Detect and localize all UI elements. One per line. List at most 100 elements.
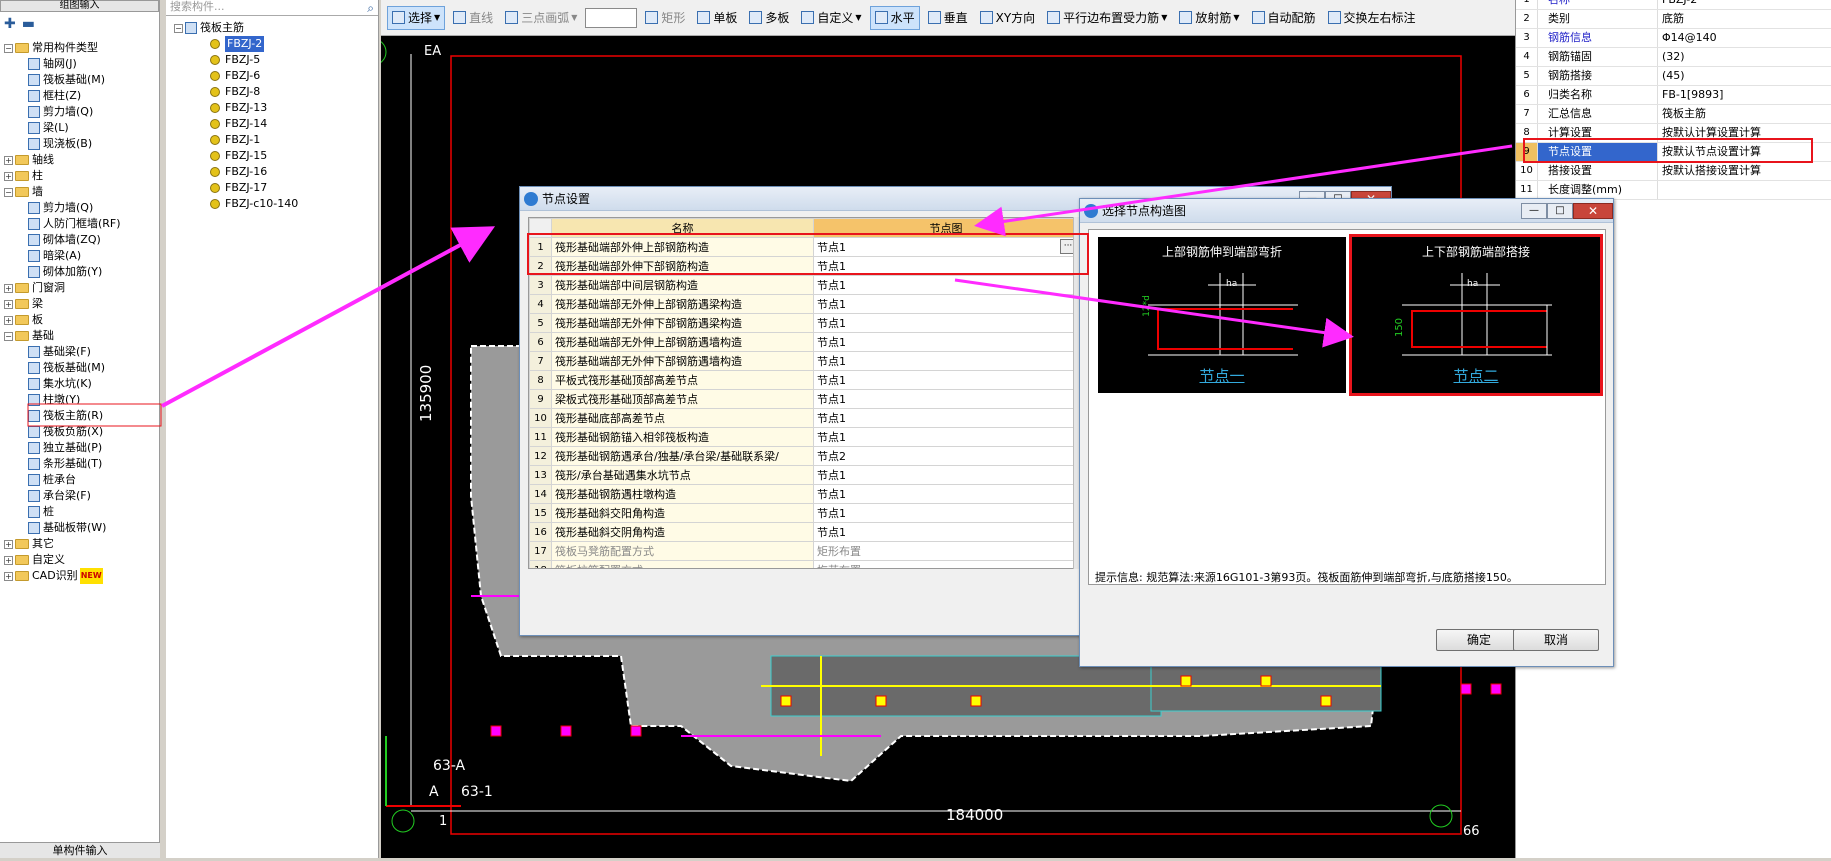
- property-value[interactable]: [1658, 181, 1831, 199]
- tree-node[interactable]: 基础梁(F): [4, 344, 158, 360]
- table-row[interactable]: 15 筏形基础斜交阳角构造 节点1: [529, 503, 1079, 523]
- table-row[interactable]: 14 筏形基础钢筋遇柱墩构造 节点1: [529, 484, 1079, 504]
- list-item[interactable]: FBZJ-17: [174, 180, 378, 196]
- toolbar-button[interactable]: 垂直: [924, 6, 972, 30]
- expand-icon[interactable]: +: [4, 299, 13, 309]
- expand-icon[interactable]: +: [4, 283, 13, 293]
- row-value[interactable]: 节点1: [813, 408, 1079, 428]
- toolbar-button[interactable]: 自动配筋: [1248, 6, 1320, 30]
- table-row[interactable]: 12 筏形基础钢筋遇承台/独基/承台梁/基础联系梁/节点2: [529, 446, 1079, 466]
- single-input-tab[interactable]: 单构件输入: [0, 842, 160, 858]
- property-value[interactable]: 按默认节点设置计算: [1658, 143, 1831, 161]
- property-row[interactable]: 10 搭接设置 按默认搭接设置计算: [1516, 162, 1831, 181]
- option-node-1[interactable]: 上部钢筋伸到端部弯折 12*d ha 节点一: [1098, 237, 1346, 393]
- line-type-combo[interactable]: [585, 7, 638, 28]
- tree-node[interactable]: 筏板负筋(X): [4, 424, 158, 440]
- tree-node[interactable]: 砌体墙(ZQ): [4, 232, 158, 248]
- property-value[interactable]: FBZJ-2: [1658, 0, 1831, 9]
- expand-icon[interactable]: +: [4, 539, 13, 549]
- property-row[interactable]: 6 归类名称 FB-1[9893]: [1516, 86, 1831, 105]
- ok-button[interactable]: 确定: [1436, 629, 1522, 651]
- table-row[interactable]: 6 筏形基础端部无外伸上部钢筋遇墙构造 节点1: [529, 332, 1079, 352]
- toolbar-button[interactable]: 多板: [745, 6, 793, 30]
- tree-node[interactable]: + 轴线: [4, 152, 158, 168]
- tree-node[interactable]: 暗梁(A): [4, 248, 158, 264]
- row-value[interactable]: 梅花布置: [813, 560, 1079, 568]
- toolbar-button[interactable]: 直线: [449, 6, 497, 30]
- row-value[interactable]: 节点1: [813, 465, 1079, 485]
- list-item[interactable]: FBZJ-15: [174, 148, 378, 164]
- list-item[interactable]: FBZJ-8: [174, 84, 378, 100]
- search-icon[interactable]: ⌕: [367, 1, 374, 16]
- row-value[interactable]: 节点1: [813, 294, 1079, 314]
- tree-node[interactable]: − 墙: [4, 184, 158, 200]
- cancel-button[interactable]: 取消: [1513, 629, 1599, 651]
- tree-node[interactable]: + 柱: [4, 168, 158, 184]
- tree-node[interactable]: + 其它: [4, 536, 158, 552]
- expand-icon[interactable]: +: [4, 171, 13, 181]
- close-button-2[interactable]: ✕: [1573, 202, 1613, 219]
- tree-node[interactable]: 桩: [4, 504, 158, 520]
- tree-node[interactable]: 梁(L): [4, 120, 158, 136]
- expand-icon[interactable]: −: [4, 187, 13, 197]
- property-row[interactable]: 7 汇总信息 筏板主筋: [1516, 105, 1831, 124]
- tree-node[interactable]: 轴网(J): [4, 56, 158, 72]
- toolbar-button[interactable]: 水平: [869, 5, 920, 30]
- table-row[interactable]: 13 筏形/承台基础遇集水坑节点 节点1: [529, 465, 1079, 485]
- list-root[interactable]: − 筏板主筋: [174, 20, 378, 36]
- tree-node[interactable]: 柱墩(Y): [4, 392, 158, 408]
- tree-node[interactable]: 筏板基础(M): [4, 360, 158, 376]
- search-input[interactable]: 搜索构件...: [166, 0, 378, 16]
- property-value[interactable]: FB-1[9893]: [1658, 86, 1831, 104]
- table-row[interactable]: 11 筏形基础钢筋锚入相邻筏板构造 节点1: [529, 427, 1079, 447]
- expand-icon[interactable]: −: [4, 43, 13, 53]
- tree-node[interactable]: − 基础: [4, 328, 158, 344]
- table-row[interactable]: 18筏板拉筋配置方式梅花布置: [529, 560, 1079, 568]
- list-item[interactable]: FBZJ-2: [174, 36, 378, 52]
- tree-node[interactable]: + 门窗洞: [4, 280, 158, 296]
- table-row[interactable]: 7 筏形基础端部无外伸下部钢筋遇墙构造 节点1: [529, 351, 1079, 371]
- table-row[interactable]: 10 筏形基础底部高差节点 节点1: [529, 408, 1079, 428]
- option-node-2[interactable]: 上下部钢筋端部搭接 150 ha 节点二: [1349, 234, 1603, 396]
- list-item[interactable]: FBZJ-c10-140: [174, 196, 378, 212]
- tree-node[interactable]: 筏板基础(M): [4, 72, 158, 88]
- tree-node[interactable]: 砌体加筋(Y): [4, 264, 158, 280]
- table-row[interactable]: 5 筏形基础端部无外伸下部钢筋遇梁构造 节点1: [529, 313, 1079, 333]
- row-value[interactable]: 节点1: [813, 256, 1079, 276]
- toolbar-button[interactable]: XY方向: [976, 6, 1040, 30]
- table-row[interactable]: 3 筏形基础端部中间层钢筋构造 节点1: [529, 275, 1079, 295]
- toolbar-button[interactable]: 平行边布置受力筋 ▼: [1043, 6, 1171, 30]
- property-row[interactable]: 3 钢筋信息 Φ14@140: [1516, 29, 1831, 48]
- toolbar-button[interactable]: 放射筋 ▼: [1175, 6, 1243, 30]
- property-value[interactable]: Φ14@140: [1658, 29, 1831, 47]
- row-value[interactable]: 节点1: [813, 503, 1079, 523]
- row-value[interactable]: 节点1: [813, 275, 1079, 295]
- tree-node[interactable]: 集水坑(K): [4, 376, 158, 392]
- list-item[interactable]: FBZJ-13: [174, 100, 378, 116]
- tree-node[interactable]: 独立基础(P): [4, 440, 158, 456]
- row-value[interactable]: 节点1: [813, 484, 1079, 504]
- property-value[interactable]: (45): [1658, 67, 1831, 85]
- tree-node[interactable]: + 板: [4, 312, 158, 328]
- row-value[interactable]: 节点1: [813, 427, 1079, 447]
- maximize-button-2[interactable]: □: [1547, 202, 1573, 219]
- tree-node[interactable]: + 梁: [4, 296, 158, 312]
- minimize-button-2[interactable]: —: [1521, 202, 1547, 219]
- toolbar-button[interactable]: 三点画弧 ▼: [501, 6, 581, 30]
- property-value[interactable]: 筏板主筋: [1658, 105, 1831, 123]
- property-row[interactable]: 1名称FBZJ-2: [1516, 0, 1831, 10]
- tree-node[interactable]: + 自定义: [4, 552, 158, 568]
- tree-node[interactable]: 人防门框墙(RF): [4, 216, 158, 232]
- toolbar-button[interactable]: 选择 ▼: [387, 5, 446, 30]
- row-value[interactable]: 节点1: [813, 332, 1079, 352]
- property-value[interactable]: (32): [1658, 48, 1831, 66]
- tree-node[interactable]: 承台梁(F): [4, 488, 158, 504]
- property-row[interactable]: 4 钢筋锚固 (32): [1516, 48, 1831, 67]
- table-row[interactable]: 4 筏形基础端部无外伸上部钢筋遇梁构造 节点1: [529, 294, 1079, 314]
- expand-icon[interactable]: +: [4, 555, 13, 565]
- list-item[interactable]: FBZJ-14: [174, 116, 378, 132]
- tree-node[interactable]: 剪力墙(Q): [4, 200, 158, 216]
- table-row[interactable]: 1 筏形基础端部外伸上部钢筋构造 节点1 ···: [529, 237, 1079, 257]
- expand-icon[interactable]: +: [4, 315, 13, 325]
- tree-node[interactable]: 条形基础(T): [4, 456, 158, 472]
